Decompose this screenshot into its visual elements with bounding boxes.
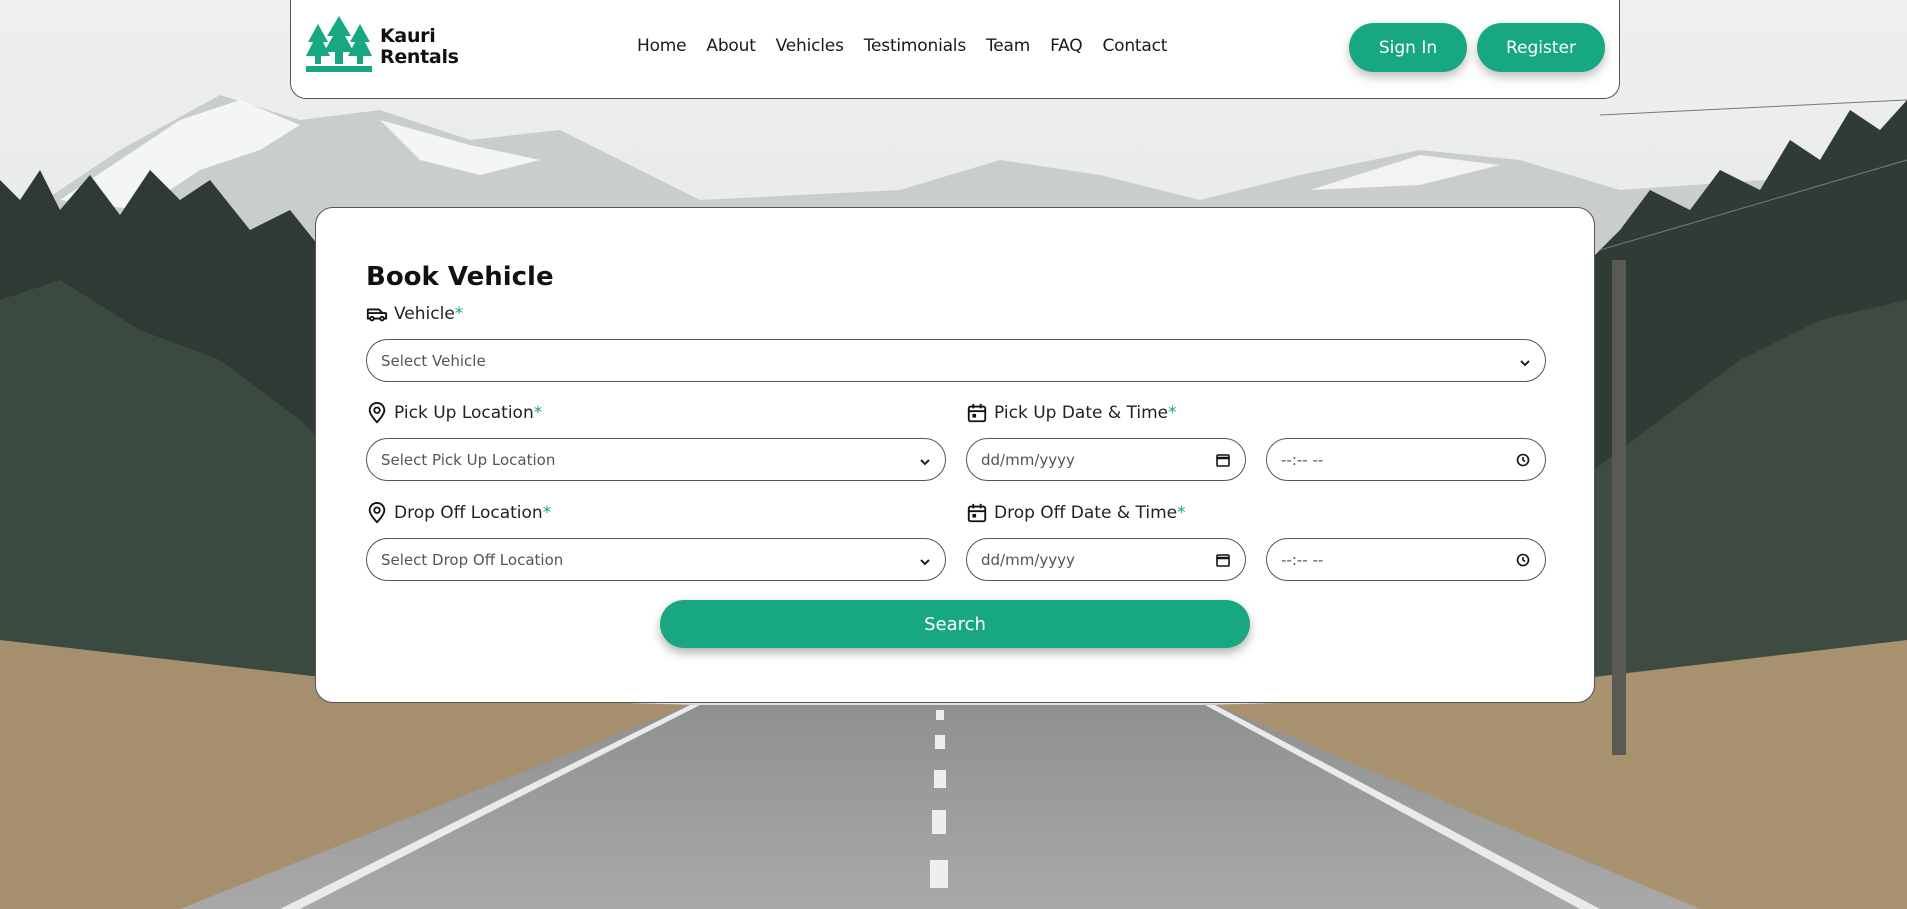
brand-name: Kauri Rentals	[380, 25, 459, 68]
pickup-location-select[interactable]: Select Pick Up Location	[366, 438, 946, 481]
nav-contact-link[interactable]: Contact	[1102, 36, 1167, 56]
pickup-date-input[interactable]: dd/mm/yyyy	[966, 438, 1246, 481]
map-pin-icon	[366, 402, 388, 424]
dropoff-date-input[interactable]: dd/mm/yyyy	[966, 538, 1246, 581]
dropoff-time-input[interactable]: --:-- --	[1266, 538, 1546, 581]
brand-logo[interactable]: Kauri Rentals	[306, 16, 459, 78]
calendar-icon	[966, 502, 988, 524]
top-navbar: Kauri Rentals Home About Vehicles Testim…	[290, 0, 1620, 99]
calendar-picker-icon[interactable]	[1215, 452, 1231, 468]
dropoff-location-select[interactable]: Select Drop Off Location	[366, 538, 946, 581]
vehicle-label: Vehicle *	[366, 303, 463, 325]
nav-home-link[interactable]: Home	[637, 36, 687, 56]
main-nav: Home About Vehicles Testimonials Team FA…	[637, 36, 1187, 56]
chevron-down-icon	[919, 554, 931, 566]
calendar-icon	[966, 402, 988, 424]
clock-icon[interactable]	[1515, 452, 1531, 468]
nav-faq-link[interactable]: FAQ	[1050, 36, 1083, 56]
register-button[interactable]: Register	[1477, 23, 1605, 72]
nav-vehicles-link[interactable]: Vehicles	[776, 36, 844, 56]
chevron-down-icon	[919, 454, 931, 466]
map-pin-icon	[366, 502, 388, 524]
dropoff-location-label: Drop Off Location *	[366, 502, 551, 524]
pickup-time-input[interactable]: --:-- --	[1266, 438, 1546, 481]
nav-team-link[interactable]: Team	[986, 36, 1030, 56]
chevron-down-icon	[1519, 355, 1531, 367]
nav-testimonials-link[interactable]: Testimonials	[864, 36, 966, 56]
vehicle-select[interactable]: Select Vehicle	[366, 339, 1546, 382]
booking-title: Book Vehicle	[366, 262, 554, 292]
nav-about-link[interactable]: About	[706, 36, 755, 56]
booking-card: Book Vehicle Vehicle * Select Vehicle Pic…	[315, 207, 1595, 703]
van-icon	[366, 303, 388, 325]
pickup-location-label: Pick Up Location *	[366, 402, 542, 424]
pickup-datetime-label: Pick Up Date & Time *	[966, 402, 1177, 424]
sign-in-button[interactable]: Sign In	[1349, 23, 1467, 72]
clock-icon[interactable]	[1515, 552, 1531, 568]
search-button[interactable]: Search	[660, 600, 1250, 648]
kauri-trees-logo-icon	[306, 16, 372, 78]
dropoff-datetime-label: Drop Off Date & Time *	[966, 502, 1186, 524]
calendar-picker-icon[interactable]	[1215, 552, 1231, 568]
